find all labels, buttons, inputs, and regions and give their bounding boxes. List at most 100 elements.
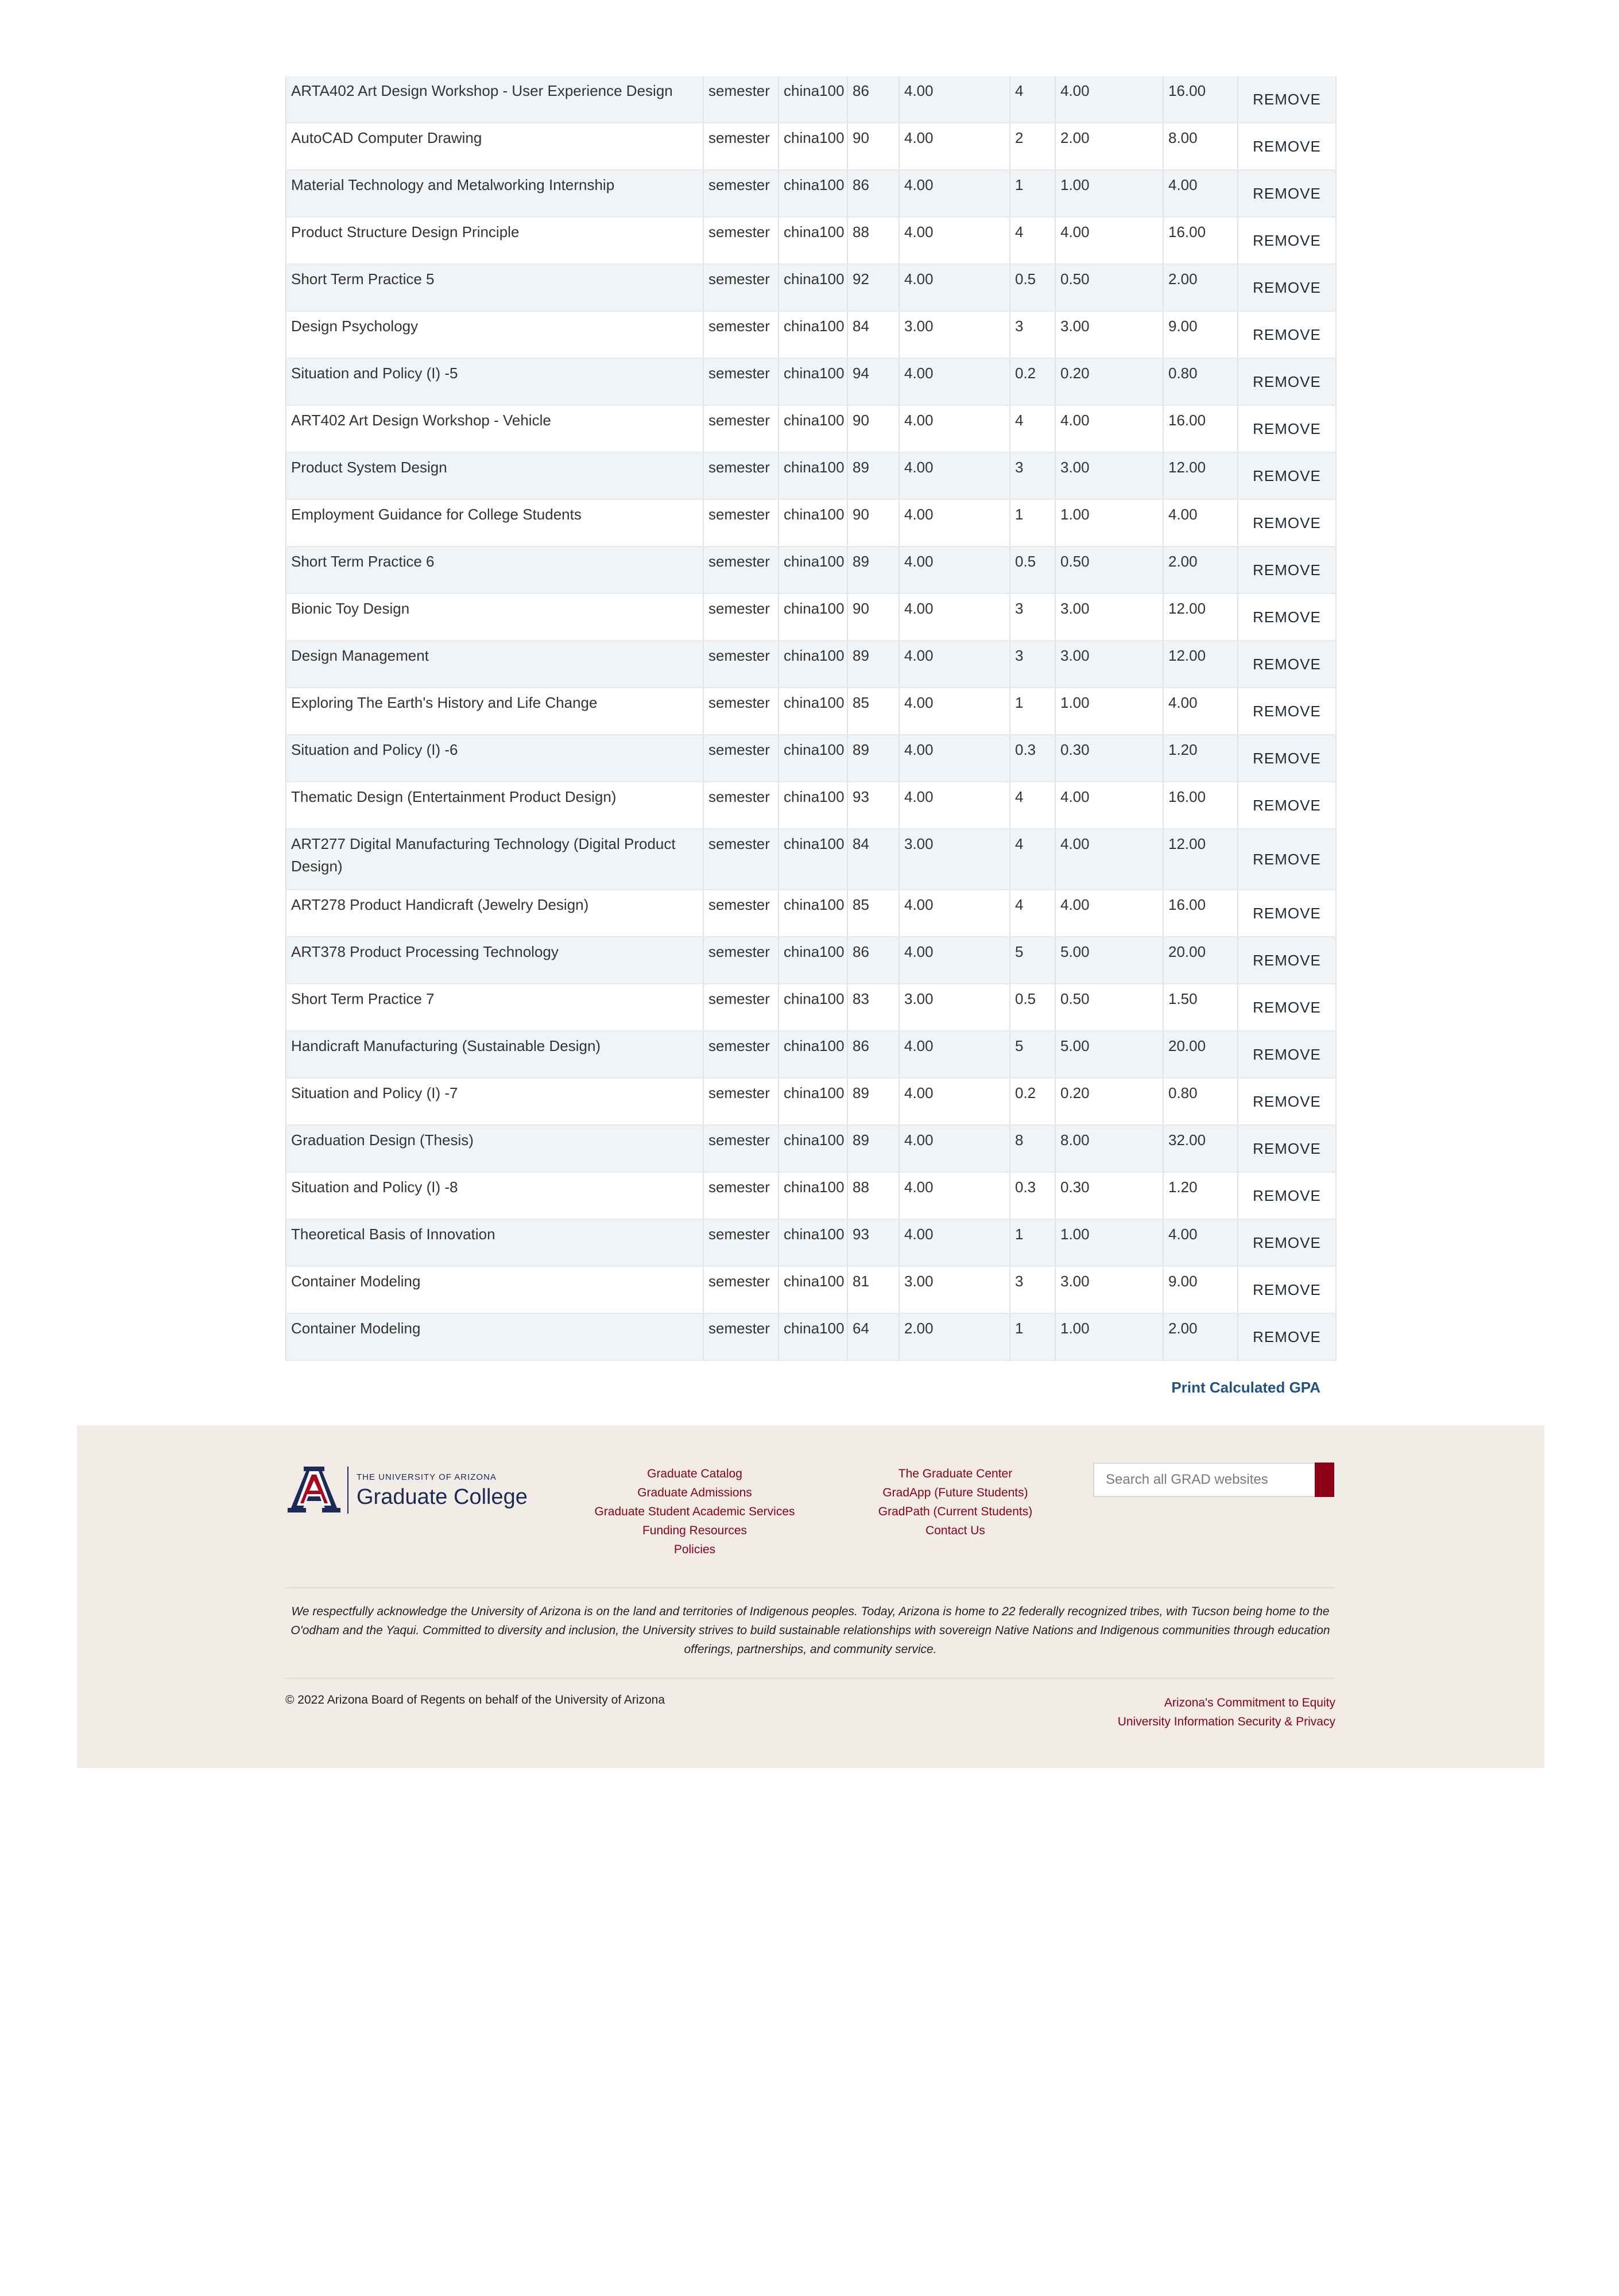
remove-button[interactable]: REMOVE: [1247, 1135, 1327, 1162]
remove-button[interactable]: REMOVE: [1247, 1277, 1327, 1304]
remove-button[interactable]: REMOVE: [1247, 604, 1327, 631]
grade-scale-cell: china100: [778, 984, 848, 1031]
footer-link-contact-us[interactable]: Contact Us: [818, 1521, 1093, 1540]
remove-button[interactable]: REMOVE: [1247, 180, 1327, 207]
remove-button[interactable]: REMOVE: [1247, 1230, 1327, 1256]
table-row: Thematic Design (Entertainment Product D…: [285, 782, 1337, 829]
grade-points-cell: 3.00: [898, 829, 1010, 890]
remove-cell: REMOVE: [1237, 311, 1337, 359]
remove-button[interactable]: REMOVE: [1247, 133, 1327, 160]
footer-link-gradapp[interactable]: GradApp (Future Students): [818, 1483, 1093, 1502]
search-input[interactable]: [1094, 1464, 1312, 1496]
score-cell: 90: [847, 499, 900, 547]
land-acknowledgement: We respectfully acknowledge the Universi…: [291, 1605, 1330, 1656]
remove-button[interactable]: REMOVE: [1247, 1041, 1327, 1068]
remove-button[interactable]: REMOVE: [1247, 1324, 1327, 1351]
score-cell: 89: [847, 1125, 900, 1173]
remove-cell: REMOVE: [1237, 1313, 1337, 1361]
remove-cell: REMOVE: [1237, 1031, 1337, 1079]
remove-button[interactable]: REMOVE: [1247, 557, 1327, 584]
table-row: Situation and Policy (I) -7 semester chi…: [285, 1078, 1337, 1126]
grade-points-cell: 4.00: [898, 405, 1010, 453]
grade-scale-cell: china100: [778, 1313, 848, 1361]
information-security-privacy-link[interactable]: University Information Security & Privac…: [1118, 1712, 1335, 1731]
term-cell: semester: [703, 264, 779, 312]
calculated-credits-cell: 3.00: [1055, 641, 1164, 688]
search-button[interactable]: [1315, 1463, 1334, 1497]
remove-button[interactable]: REMOVE: [1247, 745, 1327, 772]
remove-button[interactable]: REMOVE: [1247, 994, 1327, 1021]
quality-points-cell: 9.00: [1163, 1266, 1238, 1314]
credits-cell: 3: [1009, 594, 1056, 641]
calculated-credits-cell: 5.00: [1055, 937, 1164, 984]
remove-button[interactable]: REMOVE: [1247, 1088, 1327, 1115]
grade-points-cell: 4.00: [898, 217, 1010, 265]
course-name-cell: Situation and Policy (I) -8: [285, 1172, 704, 1220]
course-name-cell: ART277 Digital Manufacturing Technology …: [285, 829, 704, 890]
remove-button[interactable]: REMOVE: [1247, 274, 1327, 301]
remove-button[interactable]: REMOVE: [1247, 416, 1327, 443]
remove-button[interactable]: REMOVE: [1247, 698, 1327, 725]
course-name-cell: ART402 Art Design Workshop - Vehicle: [285, 405, 704, 453]
footer-link-policies[interactable]: Policies: [557, 1540, 832, 1559]
remove-button[interactable]: REMOVE: [1247, 463, 1327, 490]
grade-scale-cell: china100: [778, 1078, 848, 1126]
grade-points-cell: 4.00: [898, 937, 1010, 984]
credits-cell: 1: [1009, 170, 1056, 218]
remove-button[interactable]: REMOVE: [1247, 227, 1327, 254]
footer-link-funding-resources[interactable]: Funding Resources: [557, 1521, 832, 1540]
credits-cell: 4: [1009, 782, 1056, 829]
remove-button[interactable]: REMOVE: [1247, 846, 1327, 873]
remove-button[interactable]: REMOVE: [1247, 947, 1327, 974]
table-row: Design Management semester china100 89 4…: [285, 641, 1337, 688]
term-cell: semester: [703, 594, 779, 641]
calculated-credits-cell: 1.00: [1055, 688, 1164, 735]
score-cell: 92: [847, 264, 900, 312]
calculated-credits-cell: 2.00: [1055, 123, 1164, 170]
calculated-credits-cell: 3.00: [1055, 311, 1164, 359]
remove-button[interactable]: REMOVE: [1247, 900, 1327, 927]
footer-link-graduate-catalog[interactable]: Graduate Catalog: [557, 1464, 832, 1483]
remove-button[interactable]: REMOVE: [1247, 321, 1327, 348]
remove-button[interactable]: REMOVE: [1247, 792, 1327, 819]
footer-link-graduate-center[interactable]: The Graduate Center: [818, 1464, 1093, 1483]
quality-points-cell: 16.00: [1163, 217, 1238, 265]
remove-button[interactable]: REMOVE: [1247, 369, 1327, 395]
remove-cell: REMOVE: [1237, 1172, 1337, 1220]
course-name-cell: AutoCAD Computer Drawing: [285, 123, 704, 170]
remove-button[interactable]: REMOVE: [1247, 651, 1327, 678]
commitment-to-equity-link[interactable]: Arizona's Commitment to Equity: [1118, 1693, 1335, 1712]
table-row: Situation and Policy (I) -5 semester chi…: [285, 358, 1337, 406]
course-name-cell: ARTA402 Art Design Workshop - User Exper…: [285, 76, 704, 123]
calculated-credits-cell: 1.00: [1055, 170, 1164, 218]
table-row: Product System Design semester china100 …: [285, 452, 1337, 500]
score-cell: 89: [847, 546, 900, 594]
print-calculated-gpa-link[interactable]: Print Calculated GPA: [1171, 1379, 1320, 1397]
footer-link-academic-services[interactable]: Graduate Student Academic Services: [557, 1502, 832, 1521]
remove-cell: REMOVE: [1237, 123, 1337, 170]
grade-points-cell: 4.00: [898, 735, 1010, 782]
remove-cell: REMOVE: [1237, 452, 1337, 500]
course-name-cell: Situation and Policy (I) -5: [285, 358, 704, 406]
university-of-arizona-a-icon: [288, 1467, 340, 1512]
remove-button[interactable]: REMOVE: [1247, 510, 1327, 537]
remove-button[interactable]: REMOVE: [1247, 86, 1327, 113]
score-cell: 86: [847, 937, 900, 984]
graduate-college-logo[interactable]: THE UNIVERSITY OF ARIZONA Graduate Colle…: [286, 1464, 528, 1516]
table-row: ART378 Product Processing Technology sem…: [285, 937, 1337, 984]
term-cell: semester: [703, 829, 779, 890]
calculated-credits-cell: 4.00: [1055, 217, 1164, 265]
quality-points-cell: 16.00: [1163, 405, 1238, 453]
remove-button[interactable]: REMOVE: [1247, 1182, 1327, 1209]
footer-link-graduate-admissions[interactable]: Graduate Admissions: [557, 1483, 832, 1502]
quality-points-cell: 2.00: [1163, 546, 1238, 594]
term-cell: semester: [703, 641, 779, 688]
grade-scale-cell: china100: [778, 1125, 848, 1173]
grade-points-cell: 4.00: [898, 76, 1010, 123]
logo-university-text: THE UNIVERSITY OF ARIZONA: [357, 1472, 497, 1482]
grade-points-cell: 4.00: [898, 452, 1010, 500]
grade-scale-cell: china100: [778, 311, 848, 359]
footer-link-gradpath[interactable]: GradPath (Current Students): [818, 1502, 1093, 1521]
grade-scale-cell: china100: [778, 937, 848, 984]
term-cell: semester: [703, 358, 779, 406]
